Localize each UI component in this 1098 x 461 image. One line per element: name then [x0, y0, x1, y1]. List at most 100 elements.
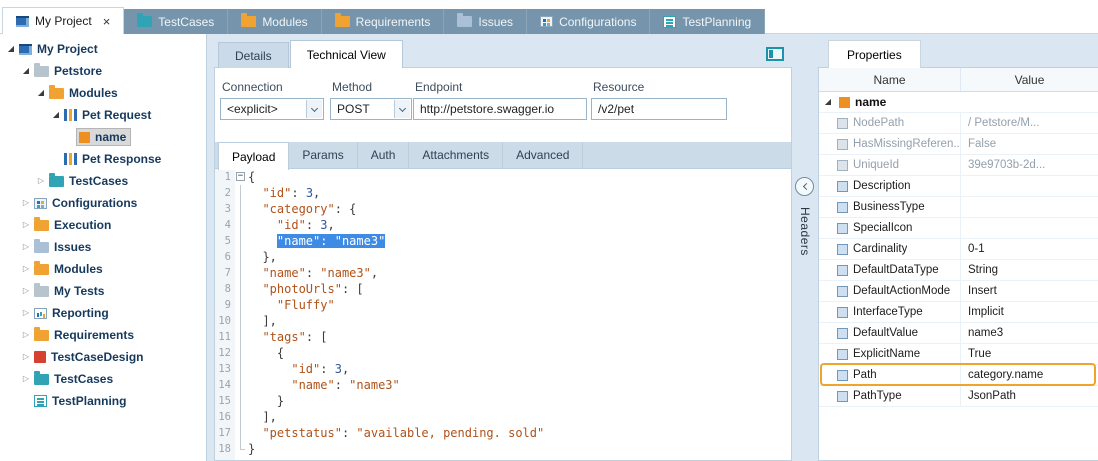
tree-item-my-tests[interactable]: ▷My Tests	[0, 280, 206, 302]
expander-collapsed-icon[interactable]: ▷	[20, 353, 32, 361]
window-tab-my-project[interactable]: My Project×	[2, 7, 124, 34]
expander-expanded-icon[interactable]: ◢	[822, 98, 834, 106]
tree-item-requirements[interactable]: ▷Requirements	[0, 324, 206, 346]
property-name-cell: Cardinality	[819, 239, 961, 259]
property-row-hasmissingreferen[interactable]: HasMissingReferen...False	[819, 134, 1098, 155]
code-text[interactable]: {	[248, 169, 791, 185]
line-number: 12	[215, 345, 235, 361]
tab-advanced[interactable]: Advanced	[503, 142, 583, 168]
testcasedesign-icon	[34, 351, 46, 363]
property-row-defaultactionmode[interactable]: DefaultActionModeInsert	[819, 281, 1098, 302]
tab-details[interactable]: Details	[218, 42, 289, 68]
code-text[interactable]: "photoUrls": [	[248, 281, 791, 297]
tree-item-testplanning[interactable]: TestPlanning	[0, 390, 206, 412]
code-text[interactable]: "id": 3,	[248, 185, 791, 201]
code-text[interactable]: ],	[248, 409, 791, 425]
tree-item-pet-request[interactable]: ◢Pet Request	[0, 104, 206, 126]
tree-item-testcases[interactable]: ▷TestCases	[0, 368, 206, 390]
close-tab-icon[interactable]: ×	[103, 15, 111, 28]
expander-collapsed-icon[interactable]: ▷	[20, 265, 32, 273]
property-row-explicitname[interactable]: ExplicitNameTrue	[819, 344, 1098, 365]
method-select[interactable]: POST	[330, 98, 412, 120]
code-text[interactable]: }	[248, 393, 791, 409]
tree-item-reporting[interactable]: ▷Reporting	[0, 302, 206, 324]
window-tab-testcases[interactable]: TestCases	[124, 9, 228, 34]
code-text[interactable]: {	[248, 345, 791, 361]
fold-guide	[235, 201, 248, 217]
code-text[interactable]: "category": {	[248, 201, 791, 217]
code-text[interactable]: "petstatus": "available, pending. sold"	[248, 425, 791, 441]
editor-line: 2 "id": 3,	[215, 185, 791, 201]
collapse-headers-button[interactable]	[795, 177, 814, 196]
expander-expanded-icon[interactable]: ◢	[20, 67, 32, 75]
property-row-defaultvalue[interactable]: DefaultValuename3	[819, 323, 1098, 344]
tree-item-execution[interactable]: ▷Execution	[0, 214, 206, 236]
code-text[interactable]: "id": 3,	[248, 217, 791, 233]
expander-collapsed-icon[interactable]: ▷	[35, 177, 47, 185]
expander-collapsed-icon[interactable]: ▷	[20, 309, 32, 317]
fold-collapse-icon[interactable]: −	[236, 172, 245, 181]
column-header-name[interactable]: Name	[819, 68, 961, 91]
property-row-pathtype[interactable]: PathTypeJsonPath	[819, 386, 1098, 407]
pin-panel-icon[interactable]	[766, 47, 784, 61]
dropdown-arrow-icon[interactable]	[306, 100, 322, 118]
code-text[interactable]: "name": "name3"	[248, 233, 791, 249]
tab-payload[interactable]: Payload	[218, 142, 289, 170]
tab-attachments[interactable]: Attachments	[409, 142, 503, 168]
dropdown-arrow-icon[interactable]	[394, 100, 410, 118]
expander-collapsed-icon[interactable]: ▷	[20, 375, 32, 383]
tree-item-modules[interactable]: ▷Modules	[0, 258, 206, 280]
property-root-row[interactable]: ◢name	[819, 92, 1098, 113]
endpoint-input[interactable]	[413, 98, 587, 120]
connection-select[interactable]: <explicit>	[220, 98, 324, 120]
property-row-description[interactable]: Description	[819, 176, 1098, 197]
property-row-uniqueid[interactable]: UniqueId39e9703b-2d...	[819, 155, 1098, 176]
tree-item-name[interactable]: name	[0, 126, 206, 148]
tree-item-configurations[interactable]: ▷Configurations	[0, 192, 206, 214]
property-row-path[interactable]: Pathcategory.name	[819, 365, 1098, 386]
column-header-value[interactable]: Value	[961, 68, 1098, 91]
tab-auth[interactable]: Auth	[358, 142, 410, 168]
code-text[interactable]: ],	[248, 313, 791, 329]
expander-collapsed-icon[interactable]: ▷	[20, 221, 32, 229]
expander-expanded-icon[interactable]: ◢	[35, 89, 47, 97]
expander-collapsed-icon[interactable]: ▷	[20, 331, 32, 339]
tree-item-issues[interactable]: ▷Issues	[0, 236, 206, 258]
payload-editor[interactable]: 1−{2 "id": 3,3 "category": {4 "id": 3,5 …	[215, 169, 791, 460]
property-row-interfacetype[interactable]: InterfaceTypeImplicit	[819, 302, 1098, 323]
resource-input[interactable]	[591, 98, 727, 120]
window-tab-configurations[interactable]: Configurations	[527, 9, 650, 34]
tab-properties[interactable]: Properties	[828, 40, 921, 68]
tab-technical-view[interactable]: Technical View	[290, 40, 403, 68]
expander-collapsed-icon[interactable]: ▷	[20, 243, 32, 251]
code-text[interactable]: }	[248, 441, 791, 457]
tree-item-pet-response[interactable]: Pet Response	[0, 148, 206, 170]
tree-item-petstore[interactable]: ◢Petstore	[0, 60, 206, 82]
code-text[interactable]: "tags": [	[248, 329, 791, 345]
expander-expanded-icon[interactable]: ◢	[50, 111, 62, 119]
property-row-nodepath[interactable]: NodePath/ Petstore/M...	[819, 113, 1098, 134]
code-text[interactable]: },	[248, 249, 791, 265]
tab-params[interactable]: Params	[289, 142, 357, 168]
expander-collapsed-icon[interactable]: ▷	[20, 287, 32, 295]
property-row-defaultdatatype[interactable]: DefaultDataTypeString	[819, 260, 1098, 281]
property-row-cardinality[interactable]: Cardinality0-1	[819, 239, 1098, 260]
window-tab-requirements[interactable]: Requirements	[322, 9, 445, 34]
tree-item-testcases[interactable]: ▷TestCases	[0, 170, 206, 192]
code-text[interactable]: "name": "name3",	[248, 265, 791, 281]
tree-item-content: Execution	[32, 217, 115, 233]
code-text[interactable]: "name": "name3"	[248, 377, 791, 393]
tree-item-modules[interactable]: ◢Modules	[0, 82, 206, 104]
code-text[interactable]: "Fluffy"	[248, 297, 791, 313]
property-row-businesstype[interactable]: BusinessType	[819, 197, 1098, 218]
expander-expanded-icon[interactable]: ◢	[5, 45, 17, 53]
window-tab-issues[interactable]: Issues	[444, 9, 527, 34]
code-text[interactable]: "id": 3,	[248, 361, 791, 377]
window-tab-testplanning[interactable]: TestPlanning	[650, 9, 765, 34]
expander-collapsed-icon[interactable]: ▷	[20, 199, 32, 207]
tree-item-testcasedesign[interactable]: ▷TestCaseDesign	[0, 346, 206, 368]
tree-item-my-project[interactable]: ◢My Project	[0, 38, 206, 60]
tab-headers[interactable]: Headers	[798, 207, 812, 256]
property-row-specialicon[interactable]: SpecialIcon	[819, 218, 1098, 239]
window-tab-modules[interactable]: Modules	[228, 9, 321, 34]
